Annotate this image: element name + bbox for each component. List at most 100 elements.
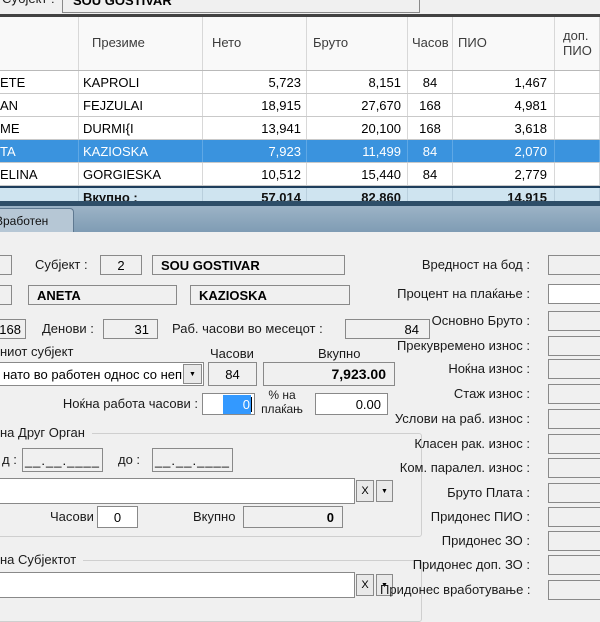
date-from-input[interactable]: __.__.____ — [22, 448, 103, 472]
pct-pay-input[interactable]: 0.00 — [315, 393, 388, 415]
table-cell: 84 — [408, 140, 453, 162]
table-cell: GORGIESKA — [79, 163, 203, 185]
pct-pay-label-line1: % на — [255, 389, 309, 402]
column-header: доп. ПИО — [555, 17, 600, 70]
cut-field-b — [0, 285, 12, 305]
right-field-input — [548, 336, 600, 356]
right-field-label: Основно Бруто : — [380, 313, 530, 329]
right-field-label: Придонес ЗО : — [380, 533, 530, 549]
table-row[interactable]: MEDURMI{I13,94120,1001683,618 — [0, 117, 600, 140]
night-hours-selected-text: 0 — [223, 395, 251, 414]
employment-type-dropdown[interactable]: нато во работен однос со неп — [0, 362, 204, 386]
table-cell: ME — [0, 117, 79, 139]
main-hours-field: 84 — [208, 362, 257, 386]
employment-type-dropdown-button[interactable]: ▼ — [183, 364, 202, 384]
table-cell: 2,779 — [453, 163, 555, 185]
table-cell: KAZIOSKA — [79, 140, 203, 162]
table-cell: 5,723 — [203, 71, 307, 93]
first-name-field: ANETA — [28, 285, 177, 305]
other-organ-total-label: Вкупно — [193, 509, 235, 525]
right-field-label: Прекувремено износ : — [380, 338, 530, 354]
right-field-input — [548, 483, 600, 503]
table-header-row: ПрезимеНетоБрутоЧасовПИОдоп. ПИО — [0, 17, 600, 71]
table-cell — [555, 94, 600, 116]
subject-label: Субјект : — [35, 257, 88, 273]
subject-work-clear-button[interactable]: X — [356, 574, 374, 596]
column-header: ПИО — [453, 17, 555, 70]
right-field-label: Вредност на бод : — [380, 257, 530, 273]
other-organ-hours-input[interactable]: 0 — [97, 506, 138, 528]
right-field-input — [548, 311, 600, 331]
right-field-input — [548, 531, 600, 551]
cut-field-a — [0, 255, 12, 275]
main-total-field: 7,923.00 — [263, 362, 395, 386]
table-cell: ETE — [0, 71, 79, 93]
right-field-input — [548, 458, 600, 478]
other-organ-hours-label: Часови — [50, 509, 94, 525]
right-field-label: Бруто Плата : — [380, 485, 530, 501]
table-cell: TA — [0, 140, 79, 162]
table-cell: 15,440 — [307, 163, 408, 185]
other-organ-clear-button[interactable]: X — [356, 480, 374, 502]
total-column-header: Вкупно — [318, 346, 360, 362]
table-row[interactable]: ELINAGORGIESKA10,51215,440842,779 — [0, 163, 600, 186]
main-subject-section-label: ниот субјект — [0, 344, 73, 360]
date-from-label: д : — [2, 452, 17, 468]
subject-code-field: 2 — [100, 255, 142, 275]
hours-column-header: Часови — [210, 346, 254, 362]
right-field-label: Стаж износ : — [380, 386, 530, 402]
table-cell: 84 — [408, 71, 453, 93]
table-cell: FEJZULAI — [79, 94, 203, 116]
last-name-field: KAZIOSKA — [190, 285, 350, 305]
month-hours-label: Раб. часови во месецот : — [172, 321, 323, 337]
right-field-label: Процент на плаќање : — [380, 286, 530, 302]
table-cell: 7,923 — [203, 140, 307, 162]
table-cell: 18,915 — [203, 94, 307, 116]
table-cell: KAPROLI — [79, 71, 203, 93]
right-field-input — [548, 384, 600, 404]
employee-table: ПрезимеНетоБрутоЧасовПИОдоп. ПИО ETEKAPR… — [0, 17, 600, 207]
table-cell: 84 — [408, 163, 453, 185]
table-cell: DURMI{I — [79, 117, 203, 139]
table-cell — [555, 140, 600, 162]
column-header: Часов — [408, 17, 453, 70]
right-field-input — [548, 580, 600, 600]
right-field-input — [548, 434, 600, 454]
column-header: Бруто — [307, 17, 408, 70]
right-field-label: Ноќна износ : — [380, 361, 530, 377]
right-field-input[interactable] — [548, 284, 600, 304]
table-cell — [555, 117, 600, 139]
date-to-input[interactable]: __.__.____ — [152, 448, 233, 472]
tab-employee[interactable]: Вработен — [0, 208, 74, 232]
table-row[interactable]: ANFEJZULAI18,91527,6701684,981 — [0, 94, 600, 117]
right-field-label: Класен рак. износ : — [380, 436, 530, 452]
right-field-input — [548, 409, 600, 429]
date-to-label: до : — [118, 452, 140, 468]
night-hours-input[interactable]: 0 — [202, 393, 255, 415]
table-row[interactable]: ETEKAPROLI5,7238,151841,467 — [0, 71, 600, 94]
hours-168-field: 168 — [0, 319, 26, 339]
subject-work-combobox[interactable] — [0, 572, 355, 598]
table-cell: 27,670 — [307, 94, 408, 116]
table-cell: 168 — [408, 117, 453, 139]
employee-detail-form: Субјект : 2 SOU GOSTIVAR ANETA KAZIOSKA … — [0, 232, 600, 600]
table-body: ETEKAPROLI5,7238,151841,467ANFEJZULAI18,… — [0, 71, 600, 186]
text-caret — [251, 397, 252, 412]
table-row[interactable]: TAKAZIOSKA7,92311,499842,070 — [0, 140, 600, 163]
tab-employee-label: Вработен — [0, 214, 48, 228]
table-cell: AN — [0, 94, 79, 116]
other-organ-combobox[interactable] — [0, 478, 355, 504]
table-cell: 10,512 — [203, 163, 307, 185]
right-field-input — [548, 555, 600, 575]
right-field-label: Услови на раб. износ : — [380, 411, 530, 427]
column-header: Презиме — [79, 17, 203, 70]
right-field-label: Придонес доп. ЗО : — [380, 557, 530, 573]
other-organ-total-field: 0 — [243, 506, 343, 528]
night-hours-label: Ноќна работа часови : — [60, 396, 198, 412]
table-cell: ELINA — [0, 163, 79, 185]
table-cell: 8,151 — [307, 71, 408, 93]
subject-name-field-top: SOU GOSTIVAR — [62, 0, 420, 13]
column-header: Нето — [203, 17, 307, 70]
table-cell: 3,618 — [453, 117, 555, 139]
right-field-label: Придонес вработување : — [380, 582, 530, 598]
